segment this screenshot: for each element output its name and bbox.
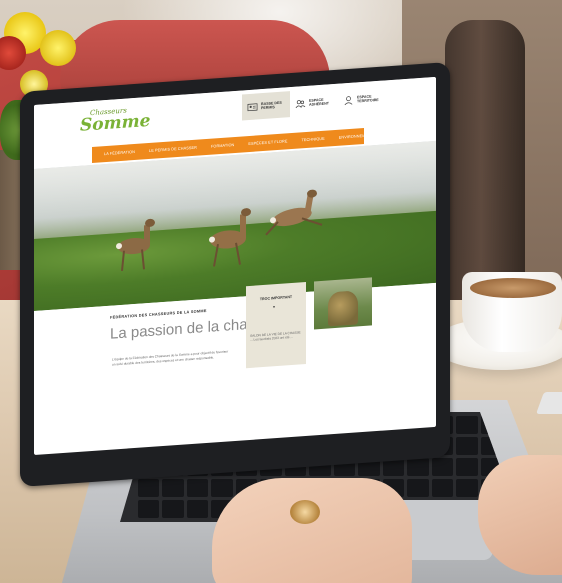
sidebar-text: SALON DE LA VIE DE LA CHASSE ... Les lau… [250, 330, 301, 343]
site-logo[interactable]: Chasseurs Somme [80, 105, 151, 136]
keyboard-key [456, 479, 478, 497]
top-link-label: ESPACE TERRITOIRE [357, 94, 379, 104]
keyboard-key [456, 437, 478, 455]
keyboard-key [162, 479, 184, 497]
nav-item-technique[interactable]: TECHNIQUE [301, 137, 324, 143]
keyboard-key [456, 458, 478, 476]
photo-scene: Chasseurs Somme BASSE DES PERMIS ESPACE … [0, 0, 562, 583]
keyboard-key [407, 458, 429, 476]
top-link-label: BASSE DES PERMIS [261, 100, 282, 111]
logo-line-2: Somme [80, 110, 151, 136]
keyboard-key [407, 479, 429, 497]
hunter-thumbnail[interactable] [314, 277, 372, 330]
id-card-icon [247, 102, 258, 111]
top-links: BASSE DES PERMIS ESPACE ADHÉRENT ESPACE … [242, 84, 386, 121]
keyboard-key [138, 479, 160, 497]
keyboard-key [186, 479, 209, 497]
sidebar-box[interactable]: TROC IMPORTANT ▾ SALON DE LA VIE DE LA C… [246, 282, 306, 369]
section-body: L'équipe de la Fédération des Chasseurs … [112, 349, 229, 367]
left-hand [212, 478, 412, 583]
hunter-figure [328, 290, 358, 327]
chevron-down-icon: ▾ [273, 304, 276, 310]
users-icon [295, 99, 306, 108]
nav-item-environnement[interactable]: ENVIRONNEMENT [339, 133, 374, 139]
top-link-permis[interactable]: BASSE DES PERMIS [242, 91, 290, 121]
ring [290, 500, 320, 524]
content-section: FÉDÉRATION DES CHASSEURS DE LA SOMME La … [34, 277, 436, 442]
laptop-screen: Chasseurs Somme BASSE DES PERMIS ESPACE … [34, 76, 436, 456]
keyboard-key [431, 458, 454, 476]
nav-item-contact[interactable]: CONTACT [387, 131, 406, 136]
keyboard-key [162, 500, 184, 518]
section-kicker: FÉDÉRATION DES CHASSEURS DE LA SOMME [110, 308, 207, 320]
yellow-flower [40, 30, 76, 66]
top-link-label: ESPACE ADHÉRENT [309, 97, 329, 107]
map-user-icon [344, 95, 353, 105]
keyboard-key [456, 416, 478, 434]
nav-item-formation[interactable]: FORMATION [211, 143, 234, 149]
top-link-adherent[interactable]: ESPACE ADHÉRENT [290, 88, 338, 117]
deer-3 [265, 189, 323, 236]
nav-item-federation[interactable]: LA FÉDÉRATION [104, 150, 135, 156]
hero-image [34, 140, 436, 312]
laptop-lid: Chasseurs Somme BASSE DES PERMIS ESPACE … [20, 61, 450, 488]
sidebar-title: TROC IMPORTANT [259, 294, 293, 302]
nav-item-permis[interactable]: LE PERMIS DE CHASSER [149, 146, 197, 153]
keyboard-key [431, 479, 454, 497]
keyboard-key [186, 500, 209, 518]
deer-1 [116, 218, 155, 271]
coffee [470, 278, 556, 298]
deer-2 [209, 208, 251, 267]
nav-item-especes[interactable]: ESPÈCES ET FLORE [248, 139, 287, 146]
keyboard-key [138, 500, 160, 518]
keyboard-key [211, 479, 233, 497]
top-link-territoire[interactable]: ESPACE TERRITOIRE [338, 84, 386, 113]
